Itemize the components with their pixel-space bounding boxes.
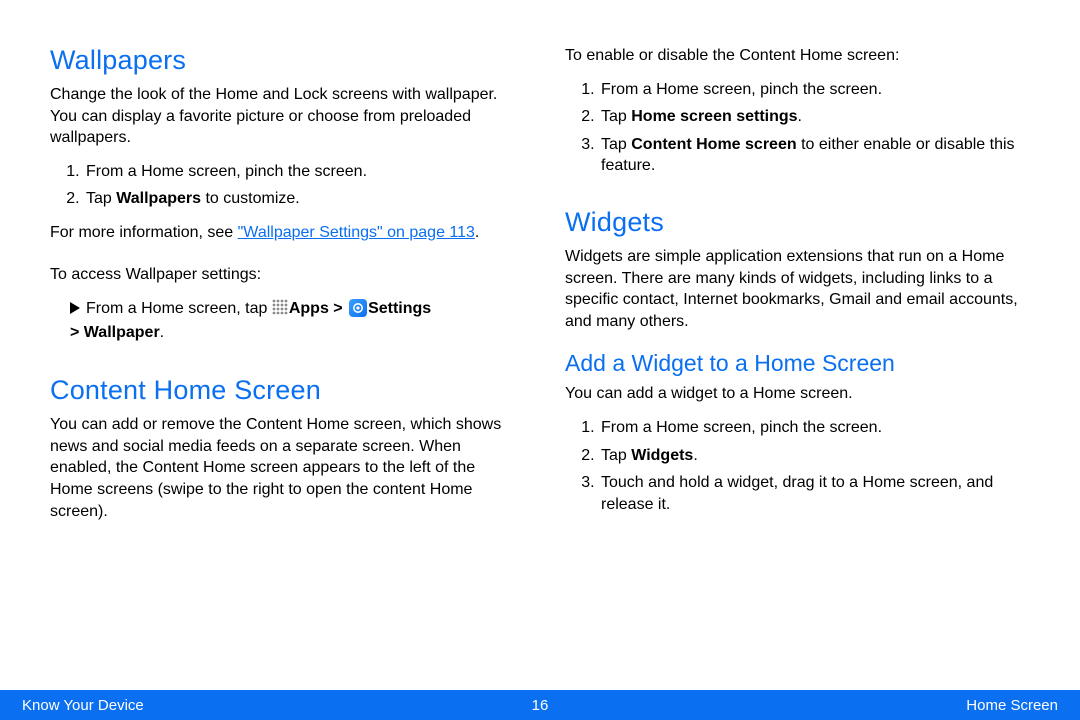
page-number: 16 bbox=[532, 697, 549, 714]
list-item: Touch and hold a widget, drag it to a Ho… bbox=[599, 472, 1030, 515]
bold-text: Home screen settings bbox=[631, 108, 797, 125]
manual-page: Wallpapers Change the look of the Home a… bbox=[0, 0, 1080, 720]
text: > bbox=[329, 300, 347, 317]
text: Tap bbox=[601, 447, 631, 464]
text: . bbox=[798, 108, 802, 125]
list-item: From a Home screen, pinch the screen. bbox=[599, 417, 1030, 439]
wallpapers-steps: From a Home screen, pinch the screen. Ta… bbox=[50, 161, 515, 210]
heading-content-home-screen: Content Home Screen bbox=[50, 375, 515, 406]
apps-grid-icon bbox=[272, 299, 288, 315]
wallpaper-label: Wallpaper bbox=[84, 324, 160, 341]
bold-text: Wallpapers bbox=[116, 190, 201, 207]
list-item: Tap Content Home screen to either enable… bbox=[599, 134, 1030, 177]
footer-left: Know Your Device bbox=[22, 697, 144, 714]
wallpapers-intro: Change the look of the Home and Lock scr… bbox=[50, 84, 515, 149]
wallpaper-settings-link[interactable]: "Wallpaper Settings" on page 113 bbox=[238, 224, 475, 241]
enable-intro: To enable or disable the Content Home sc… bbox=[565, 45, 1030, 67]
list-item: Tap Wallpapers to customize. bbox=[84, 188, 515, 210]
right-column: To enable or disable the Content Home sc… bbox=[565, 45, 1030, 720]
text: to customize. bbox=[201, 190, 300, 207]
text: . bbox=[475, 224, 479, 241]
settings-label: Settings bbox=[368, 300, 431, 317]
text: For more information, see bbox=[50, 224, 238, 241]
apps-label: Apps bbox=[289, 300, 329, 317]
list-item: Tap Widgets. bbox=[599, 445, 1030, 467]
heading-wallpapers: Wallpapers bbox=[50, 45, 515, 76]
widgets-intro: Widgets are simple application extension… bbox=[565, 246, 1030, 332]
play-arrow-icon bbox=[70, 302, 80, 314]
text: Tap bbox=[601, 136, 631, 153]
list-item: Tap Home screen settings. bbox=[599, 106, 1030, 128]
heading-add-widget: Add a Widget to a Home Screen bbox=[565, 350, 1030, 377]
list-item: From a Home screen, pinch the screen. bbox=[599, 79, 1030, 101]
heading-widgets: Widgets bbox=[565, 207, 1030, 238]
left-column: Wallpapers Change the look of the Home a… bbox=[50, 45, 515, 720]
settings-gear-icon bbox=[349, 299, 367, 317]
add-widget-steps: From a Home screen, pinch the screen. Ta… bbox=[565, 417, 1030, 515]
add-widget-intro: You can add a widget to a Home screen. bbox=[565, 383, 1030, 405]
bold-text: Widgets bbox=[631, 447, 693, 464]
text: . bbox=[693, 447, 697, 464]
more-info: For more information, see "Wallpaper Set… bbox=[50, 222, 515, 244]
text: From a Home screen, tap bbox=[86, 300, 272, 317]
bold-text: Content Home screen bbox=[631, 136, 796, 153]
page-footer: Know Your Device 16 Home Screen bbox=[0, 690, 1080, 720]
text: > bbox=[70, 324, 84, 341]
text: . bbox=[160, 324, 164, 341]
list-item: From a Home screen, pinch the screen. bbox=[84, 161, 515, 183]
access-path-line: From a Home screen, tap Apps > Settings … bbox=[50, 297, 515, 345]
content-intro: You can add or remove the Content Home s… bbox=[50, 414, 515, 522]
access-intro: To access Wallpaper settings: bbox=[50, 264, 515, 286]
text: Tap bbox=[86, 190, 116, 207]
text: Tap bbox=[601, 108, 631, 125]
footer-right: Home Screen bbox=[966, 697, 1058, 714]
enable-steps: From a Home screen, pinch the screen. Ta… bbox=[565, 79, 1030, 177]
